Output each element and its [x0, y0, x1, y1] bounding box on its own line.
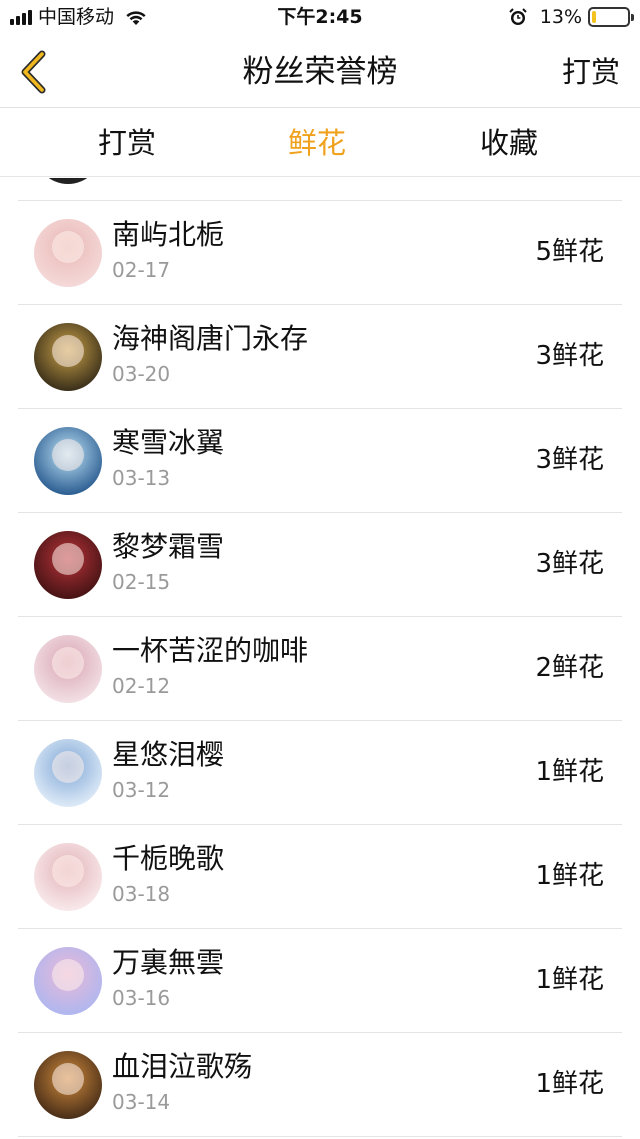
flower-count: 1鲜花: [535, 1069, 604, 1099]
battery-cap: [631, 14, 634, 21]
fan-date: 03-14: [112, 1090, 171, 1114]
status-bar: 中国移动 下午2:45 13%: [0, 0, 640, 36]
status-bar-right: 13%: [508, 5, 634, 29]
fan-list[interactable]: 南屿北栀 02-17 5鲜花 海神阁唐门永存 03-20 3鲜花 寒雪冰翼 03…: [0, 178, 640, 1139]
fan-date: 03-13: [112, 466, 171, 490]
avatar: [34, 635, 102, 703]
tab-favorites[interactable]: 收藏: [480, 123, 538, 163]
flower-count: 2鲜花: [535, 653, 604, 683]
fan-date: 03-18: [112, 882, 171, 906]
list-item[interactable]: 万裏無雲 03-16 1鲜花: [18, 929, 622, 1033]
avatar: [34, 323, 102, 391]
battery-icon: [588, 7, 634, 27]
fan-name: 星悠泪樱: [112, 738, 225, 771]
fan-name: 千栀晚歌: [112, 842, 225, 875]
list-item[interactable]: 海神阁唐门永存 03-20 3鲜花: [18, 305, 622, 409]
list-item[interactable]: 一杯苦涩的咖啡 02-12 2鲜花: [18, 617, 622, 721]
flower-count: 3鲜花: [535, 445, 604, 475]
fan-date: 02-15: [112, 570, 171, 594]
flower-count: 1鲜花: [535, 757, 604, 787]
battery-percent: 13%: [539, 6, 582, 28]
fan-name: 万裏無雲: [112, 946, 225, 979]
avatar: [34, 947, 102, 1015]
avatar: [34, 427, 102, 495]
fan-name: 一杯苦涩的咖啡: [112, 634, 309, 667]
avatar: [34, 843, 102, 911]
fan-name: 寒雪冰翼: [112, 426, 225, 459]
fan-name: 南屿北栀: [112, 218, 225, 251]
battery-level: [592, 11, 596, 23]
fan-date: 03-12: [112, 778, 171, 802]
avatar: [34, 739, 102, 807]
fan-name: 海神阁唐门永存: [112, 322, 309, 355]
tab-reward[interactable]: 打赏: [98, 123, 156, 163]
page-title: 粉丝荣誉榜: [242, 54, 398, 90]
flower-count: 1鲜花: [535, 861, 604, 891]
flower-count: 5鲜花: [535, 237, 604, 267]
navigation-bar: 粉丝荣誉榜 打赏: [0, 36, 640, 108]
list-item[interactable]: 南屿北栀 02-17 5鲜花: [18, 201, 622, 305]
fan-name: 血泪泣歌殇: [112, 1050, 253, 1083]
list-item[interactable]: 千栀晚歌 03-18 1鲜花: [18, 825, 622, 929]
avatar: [34, 1051, 102, 1119]
tab-flowers[interactable]: 鲜花: [288, 123, 346, 163]
list-item[interactable]: 寒雪冰翼 03-13 3鲜花: [18, 409, 622, 513]
reward-button[interactable]: 打赏: [562, 52, 620, 92]
tab-bar: 打赏 鲜花 收藏: [0, 109, 640, 177]
fan-date: 03-16: [112, 986, 171, 1010]
flower-count: 3鲜花: [535, 341, 604, 371]
flower-count: 1鲜花: [535, 965, 604, 995]
avatar: [34, 531, 102, 599]
list-item[interactable]: 血泪泣歌殇 03-14 1鲜花: [18, 1033, 622, 1137]
avatar: [34, 178, 102, 184]
fan-date: 02-17: [112, 258, 171, 282]
alarm-icon: [509, 8, 527, 25]
avatar: [34, 219, 102, 287]
list-item[interactable]: 黎梦霜雪 02-15 3鲜花: [18, 513, 622, 617]
flower-count: 3鲜花: [535, 549, 604, 579]
fan-name: 黎梦霜雪: [112, 530, 225, 563]
fan-date: 02-12: [112, 674, 171, 698]
fan-date: 03-20: [112, 362, 171, 386]
list-item[interactable]: 星悠泪樱 03-12 1鲜花: [18, 721, 622, 825]
